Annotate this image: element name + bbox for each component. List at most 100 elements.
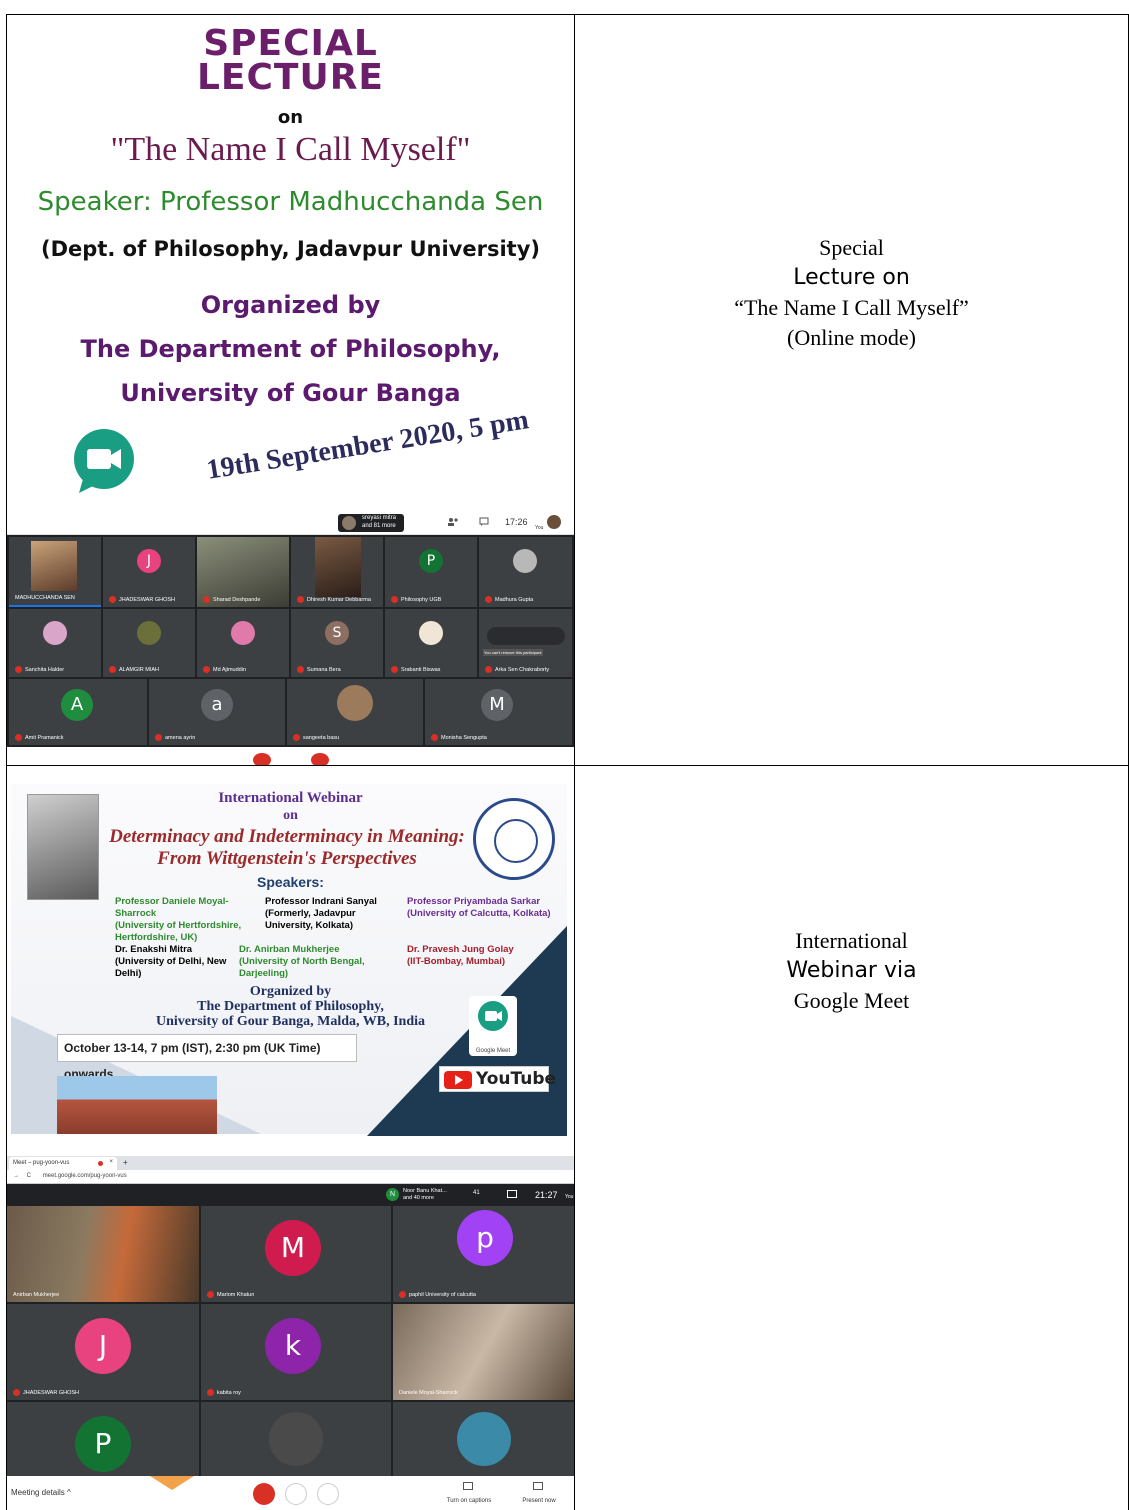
- video-feed: [315, 537, 361, 597]
- participant-name: Amit Pramanick: [15, 734, 64, 741]
- captions-label[interactable]: Turn on captions: [439, 1498, 499, 1504]
- caption-line: “The Name I Call Myself”: [734, 295, 969, 320]
- speaker: Professor Priyambada Sarkar (University …: [407, 896, 557, 920]
- mic-off-button[interactable]: [253, 1483, 275, 1505]
- participant-name: Madhura Gupta: [485, 596, 533, 603]
- mic-off-button[interactable]: [253, 753, 271, 765]
- participant-tile[interactable]: M Mariom Khatun: [201, 1206, 391, 1302]
- caption-line: Special: [819, 235, 884, 260]
- poster-date: 19th September 2020, 5 pm: [204, 404, 531, 486]
- camera-button[interactable]: [317, 1483, 339, 1505]
- camera-off-button[interactable]: [311, 753, 329, 765]
- poster-heading: SPECIAL LECTURE: [196, 23, 385, 98]
- speaker-affiliation: (University of Delhi, New Delhi): [115, 956, 227, 979]
- mic-off-icon: [399, 1291, 406, 1298]
- participant-tile[interactable]: p paphil University of calcutta: [393, 1206, 574, 1302]
- participant-tile[interactable]: P: [7, 1402, 199, 1476]
- participant-tile[interactable]: Madhura Gupta: [479, 537, 572, 607]
- avatar: J: [75, 1318, 131, 1374]
- avatar: N: [386, 1188, 399, 1201]
- address-bar[interactable]: → C meet.google.com/pug-yoon-vus: [7, 1170, 574, 1184]
- avatar: J: [137, 549, 161, 573]
- caption: Special Lecture on “The Name I Call Myse…: [575, 233, 1128, 353]
- participant-tile[interactable]: Srabanti Biswas: [385, 609, 477, 677]
- video-feed: [31, 541, 77, 591]
- chip-name: Noor Banu Khat...: [403, 1188, 447, 1194]
- participant-name: kabita roy: [207, 1389, 241, 1396]
- reload-icon[interactable]: C: [27, 1173, 31, 1179]
- participant-tile[interactable]: S Sumana Bera: [291, 609, 383, 677]
- new-tab-icon[interactable]: +: [123, 1158, 128, 1167]
- participant-tile[interactable]: Daniele Moyal-Sharrock: [393, 1304, 574, 1400]
- avatar: [457, 1412, 511, 1466]
- participant-tile[interactable]: Sharad Deshpande: [197, 537, 289, 607]
- chat-icon[interactable]: [479, 517, 489, 527]
- people-icon[interactable]: [447, 517, 459, 527]
- caption-line: Google Meet: [793, 988, 910, 1013]
- participant-tile[interactable]: Md Ajimuddin: [197, 609, 289, 677]
- youtube-badge: YouTube: [439, 1066, 556, 1092]
- participant-name: Daniele Moyal-Sharrock: [399, 1390, 458, 1396]
- clock-time: 21:27: [535, 1190, 558, 1200]
- poster-on: on: [277, 107, 304, 128]
- participant-tile[interactable]: P Philosophy UGB: [385, 537, 477, 607]
- participant-name: Monisha Sengupta: [431, 734, 487, 741]
- participants-chip[interactable]: sreyasi mitra and 81 more: [337, 514, 404, 532]
- participant-tile[interactable]: Anirban Mukherjee: [7, 1206, 199, 1302]
- tab-title: Meet – pug-yoon-vus: [13, 1160, 70, 1166]
- participant-tile[interactable]: a amena ayrin: [149, 679, 285, 745]
- avatar: M: [265, 1220, 321, 1276]
- avatar: M: [481, 689, 513, 721]
- participant-controls[interactable]: [487, 627, 565, 645]
- speaker: Professor Daniele Moyal-Sharrock (Univer…: [115, 896, 263, 944]
- browser-tab[interactable]: Meet – pug-yoon-vus ×: [9, 1157, 117, 1170]
- participant-name: Anirban Mukherjee: [13, 1292, 60, 1298]
- back-icon[interactable]: →: [13, 1173, 19, 1179]
- participant-tile[interactable]: J JHADESWAR GHOSH: [103, 537, 195, 607]
- mic-off-icon: [297, 666, 304, 673]
- chip-more: and 81 more: [361, 523, 396, 529]
- present-icon[interactable]: [533, 1482, 543, 1490]
- speaker-affiliation: (University of Calcutta, Kolkata): [407, 908, 551, 919]
- mic-off-icon: [207, 1291, 214, 1298]
- speaker: Dr. Enakshi Mitra (University of Delhi, …: [115, 944, 239, 980]
- video-feed: [7, 1206, 199, 1302]
- participant-tile[interactable]: Dhiresh Kumar Debbarma: [291, 537, 383, 607]
- participant-tile[interactable]: M Monisha Sengupta: [425, 679, 572, 745]
- recording-dot-icon: [98, 1161, 103, 1166]
- participants-chip[interactable]: N Noor Banu Khat... and 40 more: [383, 1186, 463, 1204]
- image-cell: International Webinar on Determinacy and…: [6, 765, 575, 1510]
- avatar: P: [419, 549, 443, 573]
- speaker: Dr. Anirban Mukherjee (University of Nor…: [239, 944, 405, 980]
- you-label: You: [535, 525, 544, 531]
- lecture-poster: SPECIAL LECTURE on "The Name I Call Myse…: [7, 15, 574, 511]
- caption-line: International: [795, 928, 908, 953]
- participant-name: Md Ajimuddin: [203, 666, 246, 673]
- captions-icon[interactable]: [463, 1482, 473, 1490]
- speaker-name: Professor Priyambada Sarkar: [407, 896, 541, 907]
- table-row: SPECIAL LECTURE on "The Name I Call Myse…: [6, 14, 1129, 766]
- avatar: [269, 1412, 323, 1466]
- participant-tile[interactable]: You can't remove this participant Arka S…: [479, 609, 572, 677]
- avatar: p: [457, 1210, 513, 1266]
- participant-tile[interactable]: [393, 1402, 574, 1476]
- people-count[interactable]: 41: [473, 1190, 480, 1196]
- poster-title: "The Name I Call Myself": [110, 131, 471, 168]
- chat-icon[interactable]: [507, 1190, 517, 1198]
- participant-tile[interactable]: J JHADESWAR GHOSH: [7, 1304, 199, 1400]
- participant-tile[interactable]: MADHUCCHANDA SEN: [9, 537, 101, 607]
- hang-up-button[interactable]: [285, 1483, 307, 1505]
- meeting-details-button[interactable]: Meeting details ^: [11, 1488, 71, 1497]
- participant-tile[interactable]: A Amit Pramanick: [9, 679, 147, 745]
- participant-name: sangeeta basu: [293, 734, 339, 741]
- close-icon[interactable]: ×: [109, 1159, 113, 1165]
- caption-cell: International Webinar via Google Meet: [574, 765, 1129, 1510]
- participant-tile[interactable]: sangeeta basu: [287, 679, 423, 745]
- speaker-name: Dr. Anirban Mukherjee: [239, 944, 340, 955]
- participant-tile[interactable]: k kabita roy: [201, 1304, 391, 1400]
- present-label[interactable]: Present now: [511, 1498, 567, 1504]
- mic-off-icon: [431, 734, 438, 741]
- participant-tile[interactable]: Sanchita Halder: [9, 609, 101, 677]
- participant-tile[interactable]: [201, 1402, 391, 1476]
- participant-tile[interactable]: ALAMGIR MIAH: [103, 609, 195, 677]
